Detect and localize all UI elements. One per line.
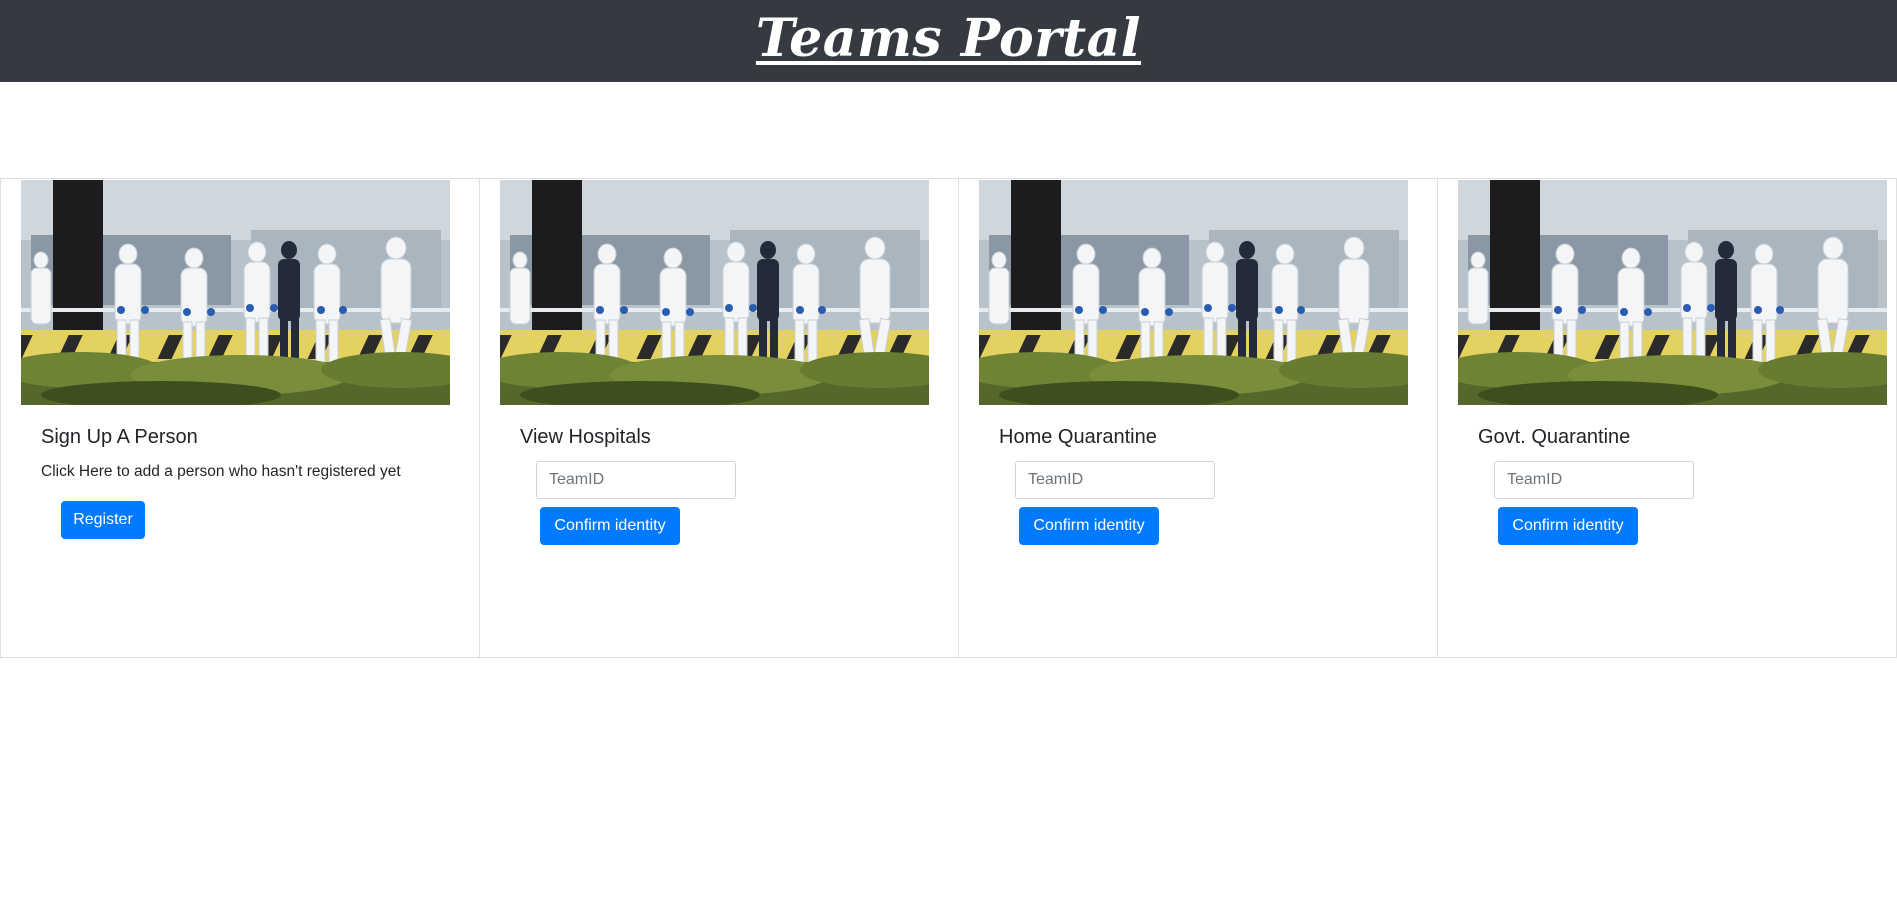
teamid-input-govt-quarantine[interactable] xyxy=(1494,461,1694,499)
card-image xyxy=(500,180,929,405)
card-sign-up: Sign Up A Person Click Here to add a per… xyxy=(0,178,480,658)
card-image xyxy=(21,180,450,405)
card-title: View Hospitals xyxy=(520,426,651,448)
card-text: Click Here to add a person who hasn't re… xyxy=(41,463,401,480)
confirm-identity-button-govt-quarantine[interactable]: Confirm identity xyxy=(1498,507,1638,545)
register-button[interactable]: Register xyxy=(61,501,145,539)
card-image xyxy=(1458,180,1887,405)
team-photo-image xyxy=(1458,180,1887,405)
brand-title[interactable]: Teams Portal xyxy=(756,13,1141,65)
card-govt-quarantine: Govt. Quarantine Confirm identity xyxy=(1437,178,1897,658)
card-view-hospitals: View Hospitals Confirm identity xyxy=(479,178,959,658)
card-title: Home Quarantine xyxy=(999,426,1157,448)
navbar: Teams Portal xyxy=(0,0,1897,82)
teamid-input-home-quarantine[interactable] xyxy=(1015,461,1215,499)
card-title: Govt. Quarantine xyxy=(1478,426,1631,448)
teamid-input-hospitals[interactable] xyxy=(536,461,736,499)
confirm-identity-button-home-quarantine[interactable]: Confirm identity xyxy=(1019,507,1159,545)
card-title: Sign Up A Person xyxy=(41,426,198,448)
team-photo-image xyxy=(979,180,1408,405)
card-image xyxy=(979,180,1408,405)
team-photo-image xyxy=(500,180,929,405)
team-photo-image xyxy=(21,180,450,405)
card-deck: Sign Up A Person Click Here to add a per… xyxy=(0,178,1897,658)
card-home-quarantine: Home Quarantine Confirm identity xyxy=(958,178,1438,658)
confirm-identity-button-hospitals[interactable]: Confirm identity xyxy=(540,507,680,545)
